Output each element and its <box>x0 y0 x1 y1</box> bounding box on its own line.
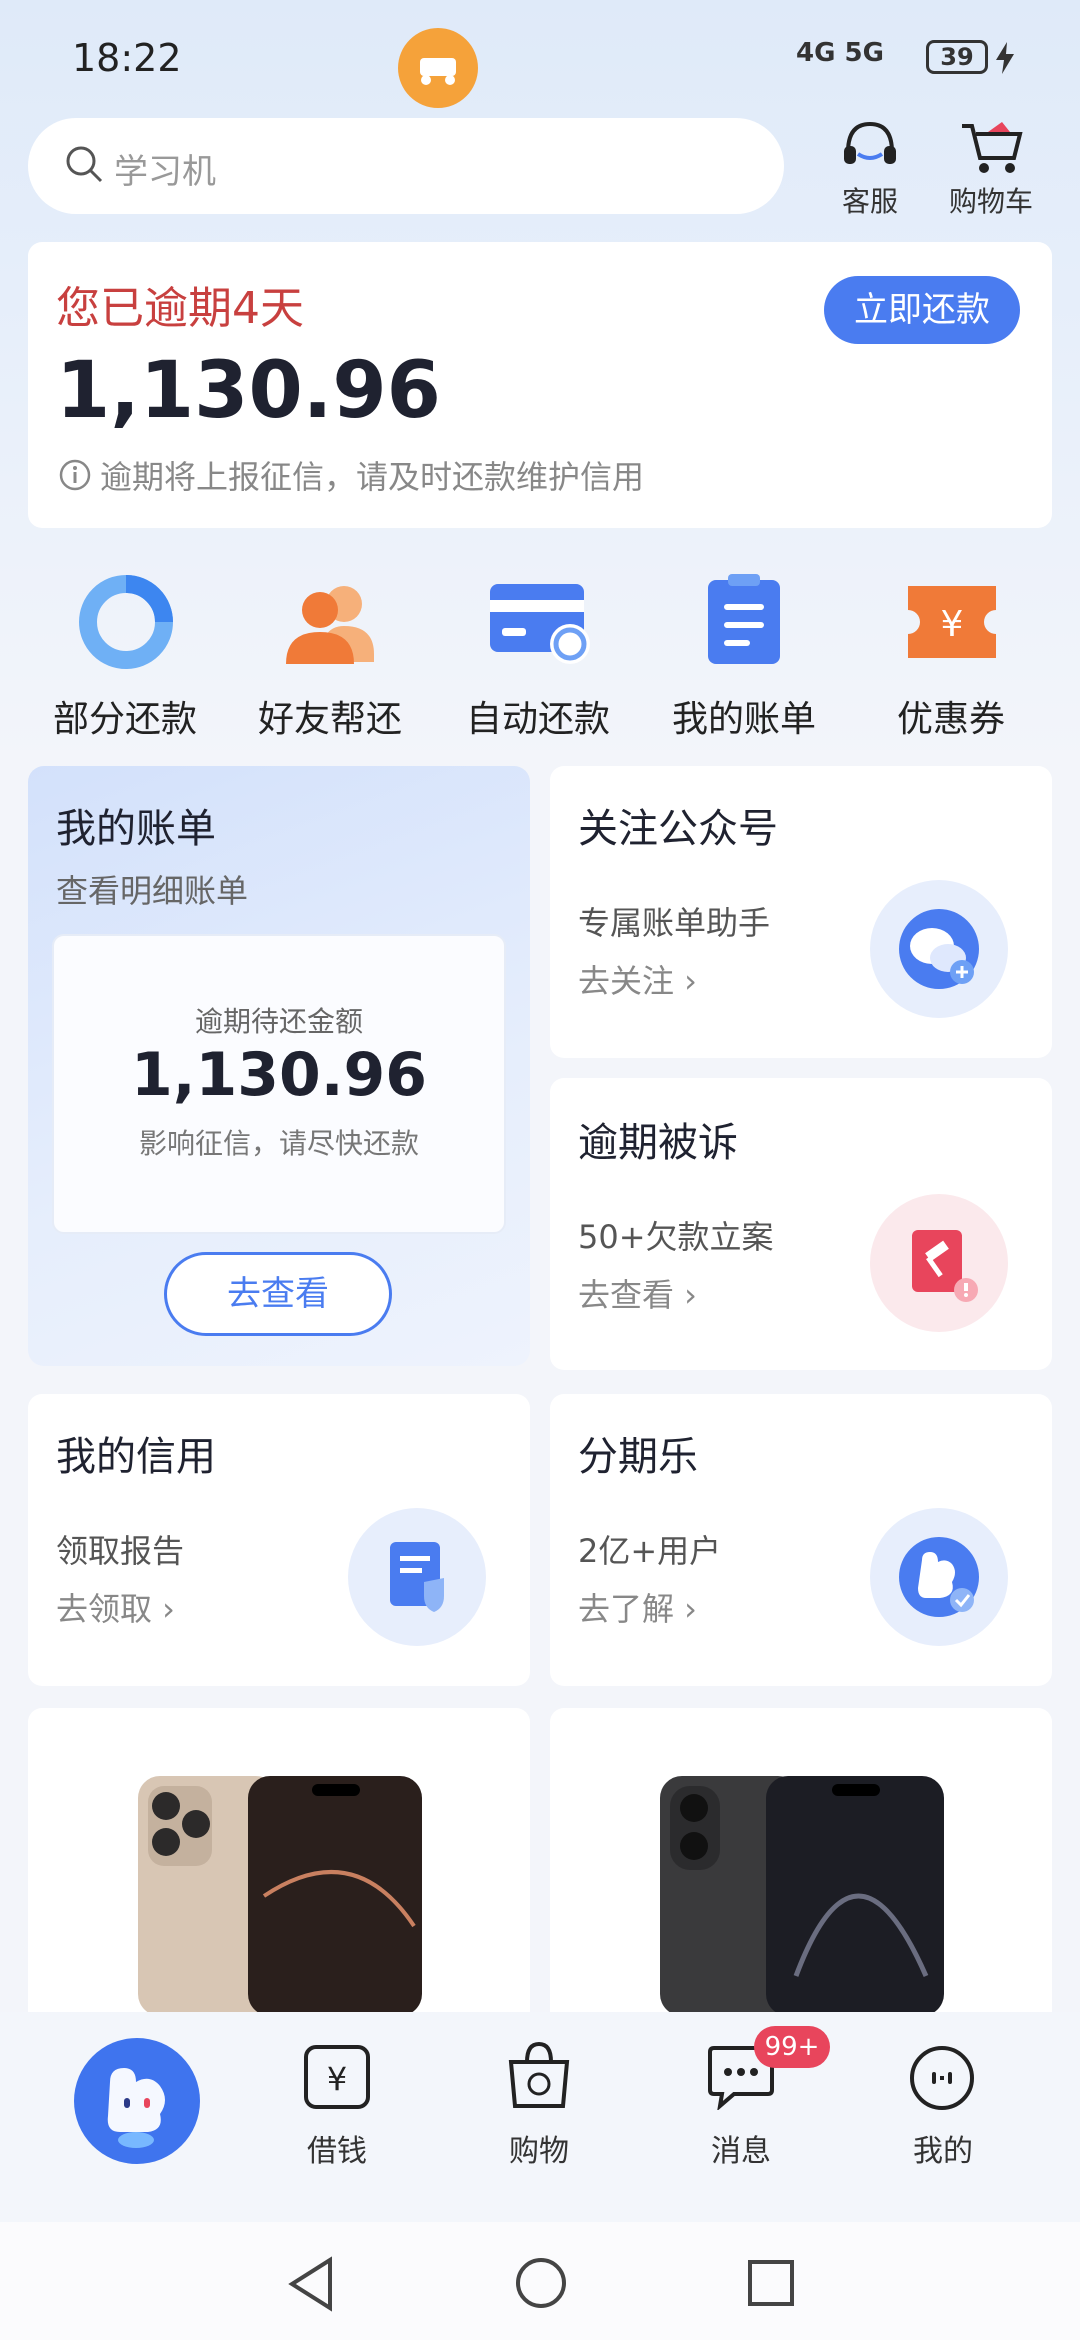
overdue-impact-note: 影响征信，请尽快还款 <box>138 1127 419 1160</box>
follow-account-link[interactable]: 去关注 › <box>578 956 697 1002</box>
credit-report-icon <box>348 1508 486 1646</box>
quick-action-partial-repay[interactable]: 部分还款 <box>25 690 225 742</box>
gavel-icon <box>870 1194 1008 1332</box>
search-placeholder: 学习机 <box>114 152 216 192</box>
my-bill-title: 我的账单 <box>56 806 216 852</box>
installment-link[interactable]: 去了解 › <box>578 1584 697 1630</box>
home-icon[interactable] <box>514 2256 568 2314</box>
overdue-pending-label: 逾期待还金额 <box>194 1005 363 1038</box>
lawsuit-title: 逾期被诉 <box>578 1120 738 1166</box>
overdue-pending-amount: 1,130.96 <box>130 1040 428 1110</box>
lawsuit-link[interactable]: 去查看 › <box>578 1270 697 1316</box>
phone-product-image <box>656 1776 946 2020</box>
follow-account-title: 关注公众号 <box>578 806 778 852</box>
bill-icon[interactable] <box>704 572 784 672</box>
installment-sub: 2亿+用户 <box>578 1532 722 1570</box>
back-icon[interactable] <box>286 2256 336 2316</box>
quick-action-auto-repay[interactable]: 自动还款 <box>438 690 638 742</box>
battery-indicator: 39 <box>926 40 988 74</box>
wechat-icon <box>870 880 1008 1018</box>
shopping-bag-icon[interactable] <box>505 2040 573 2114</box>
installment-title: 分期乐 <box>578 1434 698 1480</box>
nav-borrow[interactable]: 借钱 <box>267 2126 407 2170</box>
scooter-app-icon <box>398 28 478 108</box>
phone-product-image <box>134 1776 424 2020</box>
my-credit-sub: 领取报告 <box>56 1532 185 1570</box>
follow-account-sub: 专属账单助手 <box>578 904 771 942</box>
nav-me[interactable]: 我的 <box>873 2126 1013 2170</box>
network-indicator: 4G 5G <box>796 38 884 68</box>
coupon-icon[interactable]: ¥ <box>904 580 1000 668</box>
quick-action-coupon[interactable]: 优惠券 <box>851 690 1051 742</box>
status-time: 18:22 <box>72 36 182 80</box>
svg-text:¥: ¥ <box>941 604 964 645</box>
quick-action-friend-help[interactable]: 好友帮还 <box>230 690 430 742</box>
my-credit-title: 我的信用 <box>56 1434 216 1480</box>
lawsuit-sub: 50+欠款立案 <box>578 1218 774 1256</box>
view-bill-button[interactable]: 去查看 <box>164 1252 392 1336</box>
svg-text:¥: ¥ <box>327 2060 347 2098</box>
overdue-title: 您已逾期4天 <box>56 283 304 334</box>
recents-icon[interactable] <box>746 2258 796 2312</box>
borrow-icon[interactable]: ¥ <box>303 2044 371 2114</box>
search-icon <box>64 144 104 188</box>
my-bill-subtitle: 查看明细账单 <box>56 872 249 910</box>
nav-messages[interactable]: 消息 <box>671 2126 811 2170</box>
cart-label[interactable]: 购物车 <box>936 180 1046 220</box>
my-credit-link[interactable]: 去领取 › <box>56 1584 175 1630</box>
auto-repay-icon[interactable] <box>488 578 592 674</box>
overdue-note: 逾期将上报征信，请及时还款维护信用 <box>100 458 645 496</box>
profile-icon[interactable] <box>908 2044 976 2116</box>
customer-service-icon[interactable] <box>838 118 902 178</box>
charging-icon <box>996 42 1014 78</box>
friend-help-icon[interactable] <box>282 574 378 674</box>
repay-now-button[interactable]: 立即还款 <box>824 276 1020 344</box>
message-badge: 99+ <box>754 2026 830 2068</box>
info-icon <box>58 458 92 496</box>
customer-service-label[interactable]: 客服 <box>815 180 925 220</box>
fenqile-logo-icon <box>870 1508 1008 1646</box>
home-mascot-button[interactable] <box>74 2038 200 2164</box>
shopping-cart-icon[interactable] <box>958 118 1024 180</box>
overdue-amount: 1,130.96 <box>56 346 441 436</box>
quick-action-my-bill[interactable]: 我的账单 <box>644 690 844 742</box>
nav-shopping[interactable]: 购物 <box>469 2126 609 2170</box>
partial-repay-icon[interactable] <box>78 574 174 674</box>
